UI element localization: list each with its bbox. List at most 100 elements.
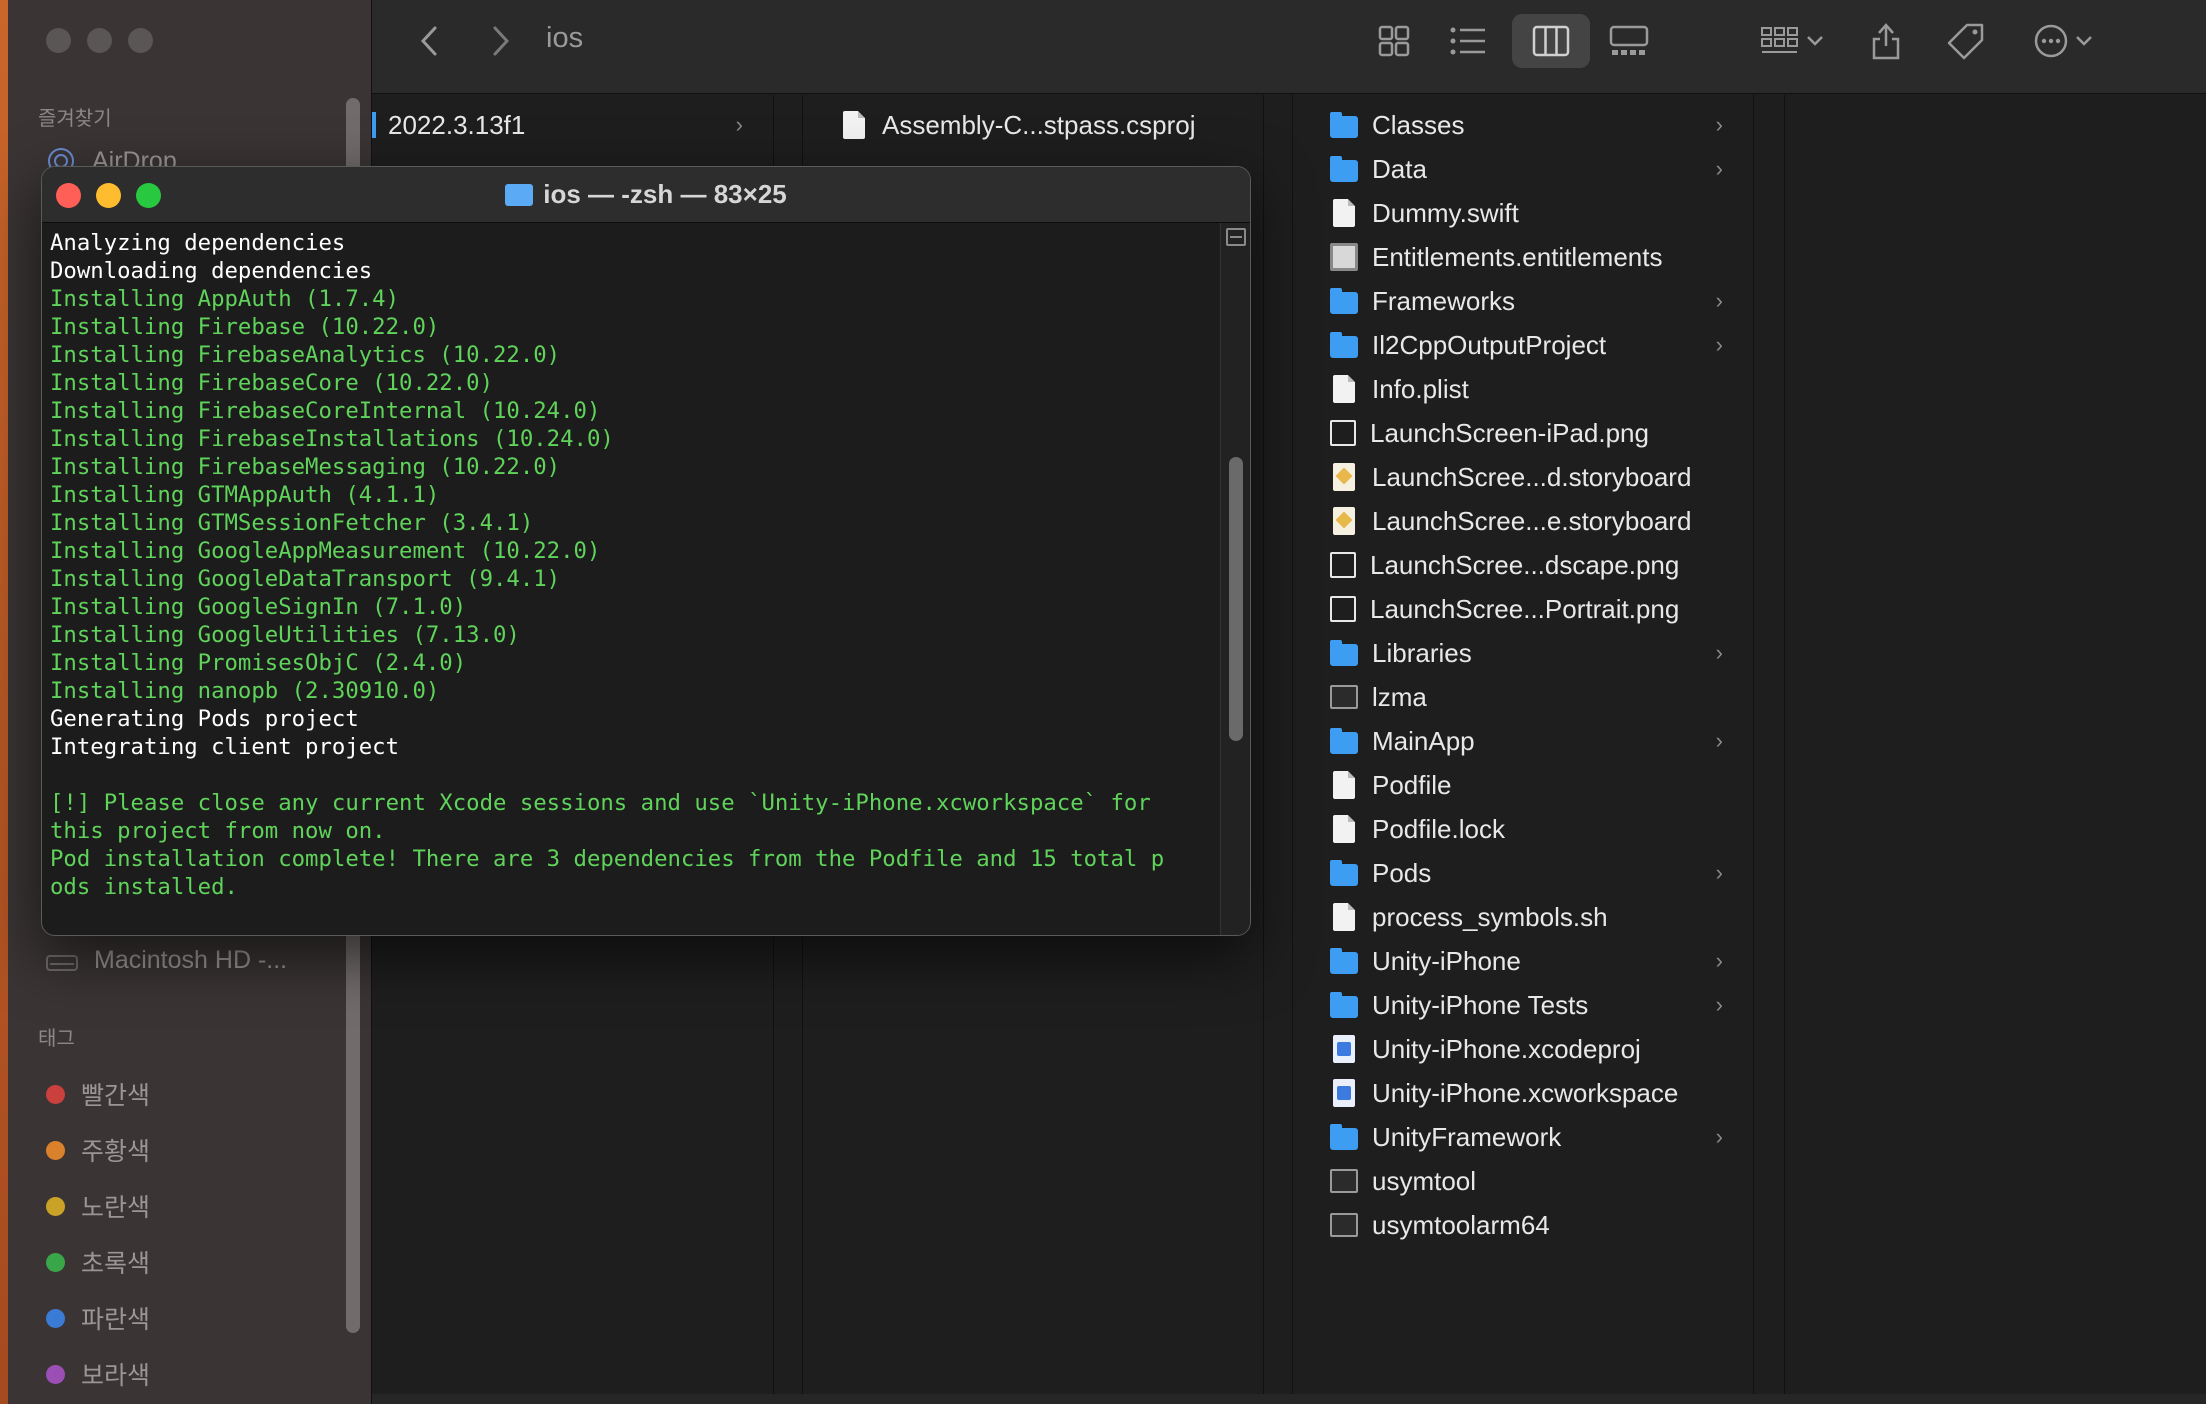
- terminal-line: Integrating client project: [50, 734, 400, 760]
- chevron-right-icon: ›: [1715, 728, 1723, 753]
- list-item[interactable]: Unity-iPhone.xcodeproj: [1294, 1027, 1753, 1071]
- list-item[interactable]: LaunchScree...e.storyboard: [1294, 499, 1753, 543]
- terminal-line: ods installed.: [50, 874, 238, 900]
- list-item[interactable]: Data ›: [1294, 147, 1753, 191]
- group-grid-icon: [1761, 27, 1798, 53]
- list-item[interactable]: Unity-iPhone Tests ›: [1294, 983, 1753, 1027]
- sidebar-tag-item[interactable]: 초록색: [46, 1244, 150, 1280]
- document-icon: [1333, 903, 1355, 931]
- file-name: LaunchScreen-iPad.png: [1370, 417, 1649, 448]
- terminal-title-text: ios — -zsh — 83×25: [543, 179, 787, 209]
- list-item[interactable]: Podfile.lock: [1294, 807, 1753, 851]
- list-item[interactable]: LaunchScree...d.storyboard: [1294, 455, 1753, 499]
- file-name: lzma: [1372, 681, 1427, 712]
- list-view-button[interactable]: [1448, 20, 1488, 62]
- xcodeproj-icon: [1333, 1035, 1355, 1063]
- tag-color-dot-icon: [46, 1084, 65, 1104]
- window-title: ios: [546, 22, 584, 54]
- column-gutter: [1265, 95, 1293, 1395]
- file-name: Entitlements.entitlements: [1372, 241, 1663, 272]
- icon-view-button[interactable]: [1374, 20, 1414, 62]
- tag-button[interactable]: [1944, 20, 1988, 62]
- sidebar-tag-item[interactable]: 노란색: [46, 1188, 150, 1224]
- storyboard-icon: [1333, 463, 1355, 491]
- list-item[interactable]: Podfile: [1294, 763, 1753, 807]
- horizontal-scrollbar[interactable]: [372, 1394, 2206, 1404]
- folder-icon: [1330, 332, 1358, 358]
- terminal-window: ios — -zsh — 83×25 Analyzing dependencie…: [41, 166, 1251, 936]
- terminal-line: Installing FirebaseAnalytics (10.22.0): [50, 342, 561, 368]
- terminal-scrollbar[interactable]: [1229, 457, 1243, 741]
- back-button[interactable]: [414, 20, 444, 62]
- file-name: Assembly-C...stpass.csproj: [882, 109, 1196, 140]
- terminal-line: Installing FirebaseCoreInternal (10.24.0…: [50, 398, 601, 424]
- terminal-line: Pod installation complete! There are 3 d…: [50, 846, 1165, 872]
- list-item[interactable]: Entitlements.entitlements: [1294, 235, 1753, 279]
- forward-button[interactable]: [486, 20, 516, 62]
- sidebar-tag-item[interactable]: 보라색: [46, 1356, 150, 1392]
- terminal-line: Installing Firebase (10.22.0): [50, 314, 440, 340]
- folder-icon: [1330, 860, 1358, 886]
- list-item[interactable]: LaunchScree...dscape.png: [1294, 543, 1753, 587]
- terminal-titlebar[interactable]: ios — -zsh — 83×25: [42, 167, 1250, 223]
- file-name: Dummy.swift: [1372, 197, 1519, 228]
- list-item[interactable]: Unity-iPhone ›: [1294, 939, 1753, 983]
- chevron-right-icon: ›: [1715, 1124, 1723, 1149]
- split-pane-icon[interactable]: [1226, 228, 1246, 246]
- list-item[interactable]: Assembly-C...stpass.csproj: [804, 103, 1263, 147]
- disk-icon: [46, 954, 78, 971]
- sidebar-tag-item[interactable]: 파란색: [46, 1300, 150, 1336]
- terminal-output[interactable]: Analyzing dependencies Downloading depend…: [50, 229, 1220, 901]
- sidebar-item-label: 초록색: [81, 1250, 151, 1278]
- list-item[interactable]: Il2CppOutputProject ›: [1294, 323, 1753, 367]
- list-item[interactable]: Pods ›: [1294, 851, 1753, 895]
- finder-minimize-button[interactable]: [87, 28, 112, 53]
- list-item[interactable]: Info.plist: [1294, 367, 1753, 411]
- share-button[interactable]: [1866, 20, 1906, 62]
- file-name: Pods: [1372, 857, 1432, 888]
- terminal-title: ios — -zsh — 83×25: [42, 179, 1250, 210]
- list-item[interactable]: MainApp ›: [1294, 719, 1753, 763]
- list-item[interactable]: Classes ›: [1294, 103, 1753, 147]
- list-item[interactable]: usymtool: [1294, 1159, 1753, 1203]
- finder-window-controls: [46, 28, 153, 53]
- chevron-right-icon: ›: [735, 112, 743, 137]
- list-item[interactable]: Frameworks ›: [1294, 279, 1753, 323]
- finder-close-button[interactable]: [46, 28, 71, 53]
- list-item[interactable]: Libraries ›: [1294, 631, 1753, 675]
- file-name: LaunchScree...dscape.png: [1370, 549, 1680, 580]
- grid-icon: [1378, 25, 1410, 57]
- file-name: process_symbols.sh: [1372, 901, 1608, 932]
- list-item[interactable]: UnityFramework ›: [1294, 1115, 1753, 1159]
- document-icon: [1333, 375, 1355, 403]
- column-view-button[interactable]: [1512, 14, 1590, 68]
- document-icon: [1333, 199, 1355, 227]
- gallery-view-button[interactable]: [1606, 20, 1652, 62]
- sidebar-tag-item[interactable]: 빨간색: [46, 1076, 150, 1112]
- list-item[interactable]: lzma: [1294, 675, 1753, 719]
- storyboard-icon: [1333, 507, 1355, 535]
- more-actions-button[interactable]: [2028, 20, 2098, 62]
- share-icon: [1872, 23, 1900, 60]
- finder-zoom-button[interactable]: [128, 28, 153, 53]
- file-name: Data: [1372, 153, 1427, 184]
- folder-icon: [1330, 992, 1358, 1018]
- list-item[interactable]: 2022.3.13f1 ›: [372, 103, 773, 147]
- list-item[interactable]: Dummy.swift: [1294, 191, 1753, 235]
- list-item[interactable]: process_symbols.sh: [1294, 895, 1753, 939]
- list-item[interactable]: LaunchScree...Portrait.png: [1294, 587, 1753, 631]
- folder-icon: [1330, 288, 1358, 314]
- finder-column-4: [1786, 95, 2206, 1395]
- terminal-line: Installing GoogleDataTransport (9.4.1): [50, 566, 561, 592]
- list-item[interactable]: LaunchScreen-iPad.png: [1294, 411, 1753, 455]
- sidebar-item-macintosh-hd[interactable]: Macintosh HD -...: [46, 946, 287, 975]
- terminal-line: [!] Please close any current Xcode sessi…: [50, 790, 1151, 816]
- terminal-line: Installing nanopb (2.30910.0): [50, 678, 440, 704]
- image-icon: [1330, 596, 1356, 622]
- group-by-button[interactable]: [1752, 20, 1832, 62]
- document-icon: [843, 111, 865, 139]
- sidebar-tag-item[interactable]: 주황색: [46, 1132, 150, 1168]
- list-item[interactable]: usymtoolarm64: [1294, 1203, 1753, 1247]
- list-item[interactable]: Unity-iPhone.xcworkspace: [1294, 1071, 1753, 1115]
